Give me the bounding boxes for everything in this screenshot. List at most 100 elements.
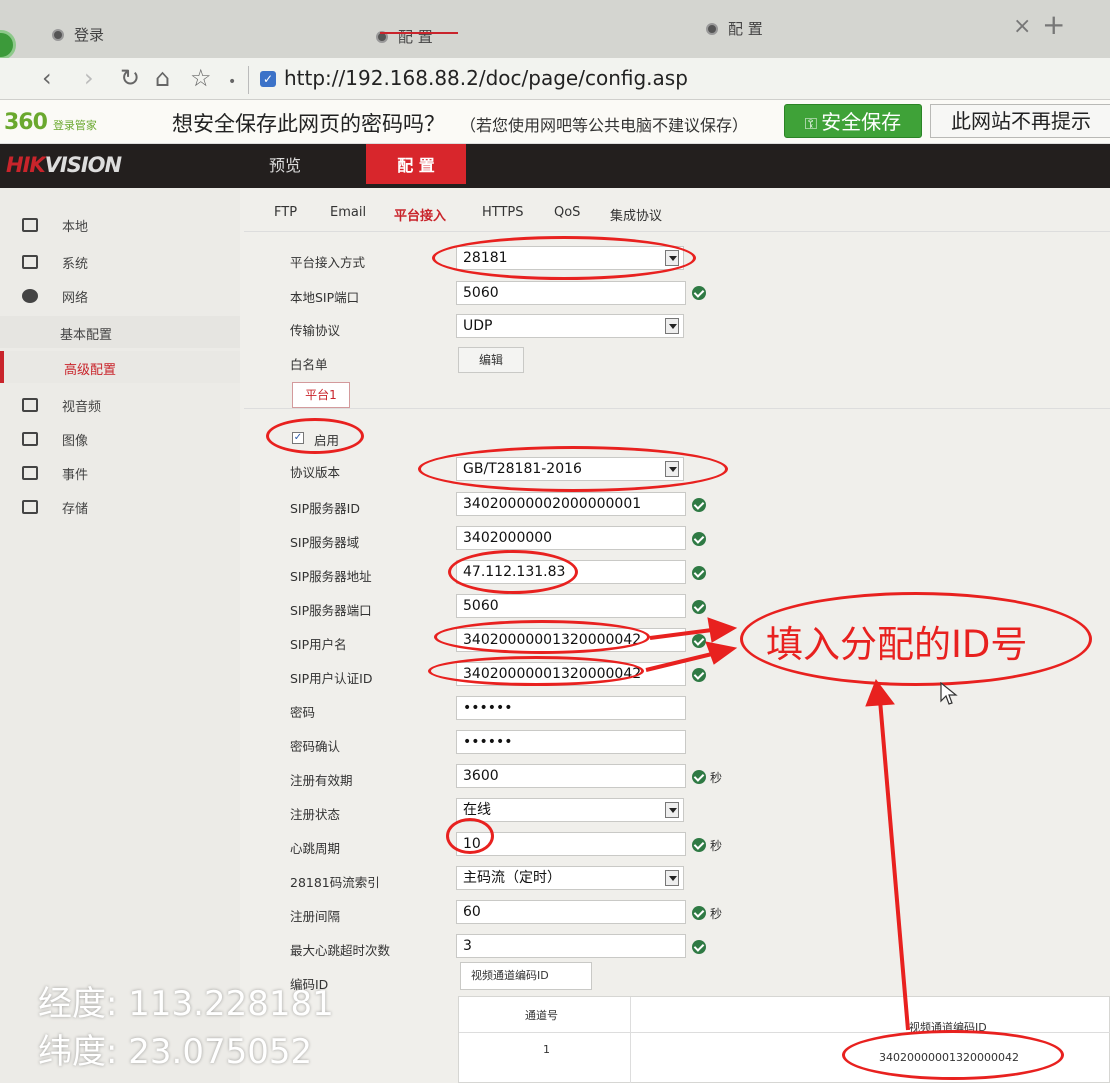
storage-icon [22, 500, 38, 514]
never-prompt-button[interactable]: 此网站不再提示 [930, 104, 1110, 138]
annotation-ellipse-protocol [418, 446, 728, 492]
chevron-down-icon [665, 870, 679, 886]
new-tab-icon[interactable]: + [1042, 8, 1065, 41]
annotation-callout-text: 填入分配的ID号 [766, 623, 1028, 666]
tab-platform-access[interactable]: 平台接入 [394, 205, 446, 224]
check-ok-icon [692, 838, 706, 852]
annotation-ellipse-server-address [448, 550, 578, 594]
check-ok-icon [692, 906, 706, 920]
sidebar-subitem-advanced[interactable]: 高级配置 [0, 351, 240, 383]
tab-label: 登录 [74, 26, 105, 44]
chevron-down-icon [665, 802, 679, 818]
annotation-ellipse-auth-id [428, 656, 644, 686]
sip-auth-id-label: SIP用户认证ID [290, 671, 373, 686]
check-ok-icon [692, 532, 706, 546]
watermark-longitude: 经度: 113.228181 [38, 984, 334, 1024]
sidebar-item-system[interactable]: 系统 [0, 245, 240, 279]
register-interval-input[interactable]: 60 [456, 900, 686, 924]
sidebar-item-event[interactable]: 事件 [0, 456, 240, 490]
table-header-channel: 通道号 [525, 1009, 558, 1022]
check-ok-icon [692, 668, 706, 682]
annotation-ellipse-username [434, 620, 650, 654]
safe-save-button[interactable]: ⚿ 安全保存 [784, 104, 922, 138]
sidebar-item-local[interactable]: 本地 [0, 208, 240, 242]
password-save-bar: 360 登录管家 想安全保存此网页的密码吗？ （若您使用网吧等公共电脑不建议保存）… [0, 100, 1110, 144]
status-select[interactable]: 在线 [456, 798, 684, 822]
home-icon[interactable]: ⌂ [155, 64, 170, 92]
config-tabs: FTP Email 平台接入 HTTPS QoS 集成协议 [244, 198, 1110, 232]
register-interval-label: 注册间隔 [290, 909, 341, 924]
server-port-input[interactable]: 5060 [456, 594, 686, 618]
tab-label: 配 置 [398, 28, 433, 46]
tab-video-channel-id[interactable]: 视频通道编码ID [460, 962, 592, 990]
back-icon[interactable]: ‹ [42, 64, 52, 92]
save-password-note: （若您使用网吧等公共电脑不建议保存） [460, 116, 749, 135]
password-confirm-input[interactable]: •••••• [456, 730, 686, 754]
sidebar-item-image[interactable]: 图像 [0, 422, 240, 456]
sidebar-item-network[interactable]: 网络 [0, 279, 240, 313]
tab-https[interactable]: HTTPS [482, 205, 524, 220]
tab-platform-1[interactable]: 平台1 [292, 382, 350, 408]
seconds-unit: 秒 [710, 839, 723, 853]
app-header: HIKVISION 预览 配 置 [0, 144, 1110, 188]
seconds-unit: 秒 [710, 771, 723, 785]
nav-config[interactable]: 配 置 [366, 144, 466, 184]
seconds-unit: 秒 [710, 907, 723, 921]
dropdown-icon[interactable]: • [228, 74, 236, 90]
sidebar-subitem-basic[interactable]: 基本配置 [0, 316, 240, 348]
check-ok-icon [692, 286, 706, 300]
sidebar: 本地 系统 网络 基本配置 高级配置 视音频 图像 事件 存储 [0, 188, 240, 1083]
check-ok-icon [692, 600, 706, 614]
forward-icon[interactable]: › [84, 64, 94, 92]
transport-label: 传输协议 [290, 323, 341, 338]
access-mode-label: 平台接入方式 [290, 255, 366, 270]
max-timeout-label: 最大心跳超时次数 [290, 943, 391, 958]
event-list-icon [22, 466, 38, 480]
server-address-label: SIP服务器地址 [290, 569, 372, 584]
browser-tab-config-active[interactable]: 配 置 [690, 12, 1010, 52]
browser-tab-login[interactable]: 登录 [36, 18, 356, 58]
server-domain-input[interactable]: 3402000000 [456, 526, 686, 550]
max-timeout-input[interactable]: 3 [456, 934, 686, 958]
tab-email[interactable]: Email [330, 205, 366, 220]
tab-label: 配 置 [728, 20, 763, 38]
check-ok-icon [692, 770, 706, 784]
sidebar-item-video-audio[interactable]: 视音频 [0, 388, 240, 422]
stream-index-select[interactable]: 主码流（定时） [456, 866, 684, 890]
annotation-ellipse-access-mode [432, 236, 696, 280]
browser-tab-config[interactable]: 配 置 [360, 20, 690, 60]
divider [248, 66, 249, 94]
check-ok-icon [692, 634, 706, 648]
browser-logo-icon [0, 30, 16, 60]
stream-index-label: 28181码流索引 [290, 875, 380, 890]
tab-ftp[interactable]: FTP [274, 205, 297, 220]
transport-select[interactable]: UDP [456, 314, 684, 338]
reload-icon[interactable]: ↻ [120, 64, 140, 92]
active-tab-indicator [380, 32, 458, 34]
protocol-version-label: 协议版本 [290, 465, 341, 480]
divider [244, 408, 1110, 409]
close-tab-icon[interactable]: × [1013, 14, 1031, 39]
annotation-ellipse-enable [266, 418, 364, 454]
url-input[interactable]: http://192.168.88.2/doc/page/config.asp [284, 66, 688, 90]
sip-port-input[interactable]: 5060 [456, 281, 686, 305]
heartbeat-label: 心跳周期 [290, 841, 341, 856]
annotation-ellipse-heartbeat [446, 818, 494, 854]
tab-integration[interactable]: 集成协议 [610, 205, 662, 224]
tab-favicon-icon [706, 23, 718, 35]
address-bar: ‹ › ↻ ⌂ ☆ • ✓ http://192.168.88.2/doc/pa… [0, 58, 1110, 100]
password-input[interactable]: •••••• [456, 696, 686, 720]
tab-qos[interactable]: QoS [554, 205, 580, 220]
edit-whitelist-button[interactable]: 编辑 [458, 347, 524, 373]
expiry-input[interactable]: 3600 [456, 764, 686, 788]
star-icon[interactable]: ☆ [190, 64, 212, 92]
nav-preview[interactable]: 预览 [260, 144, 310, 188]
sidebar-item-storage[interactable]: 存储 [0, 490, 240, 524]
key-icon: ⚿ [804, 114, 818, 133]
server-id-label: SIP服务器ID [290, 501, 360, 516]
video-audio-icon [22, 398, 38, 412]
whitelist-label: 白名单 [290, 357, 328, 372]
server-domain-label: SIP服务器域 [290, 535, 360, 550]
server-id-input[interactable]: 34020000002000000001 [456, 492, 686, 516]
brand-logo: 360 登录管家 [4, 110, 97, 135]
